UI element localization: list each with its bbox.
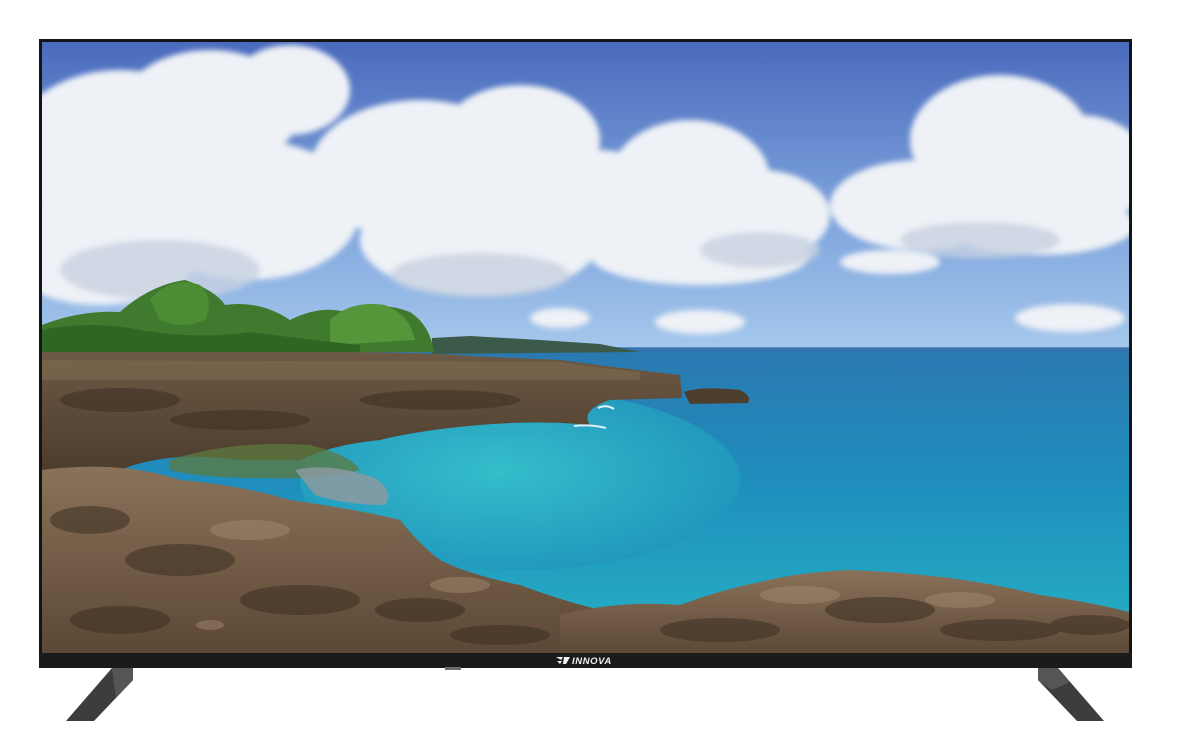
tv-screen <box>42 42 1129 653</box>
screen-rock-islet <box>684 388 749 404</box>
tv-stand-right <box>1038 668 1104 721</box>
brand-name: INNOVA <box>572 656 612 667</box>
television: INNOVA <box>0 0 1189 755</box>
television-illustration: INNOVA <box>39 39 1132 721</box>
tv-stand-left <box>66 668 133 721</box>
tv-ir-sensor <box>445 667 461 670</box>
